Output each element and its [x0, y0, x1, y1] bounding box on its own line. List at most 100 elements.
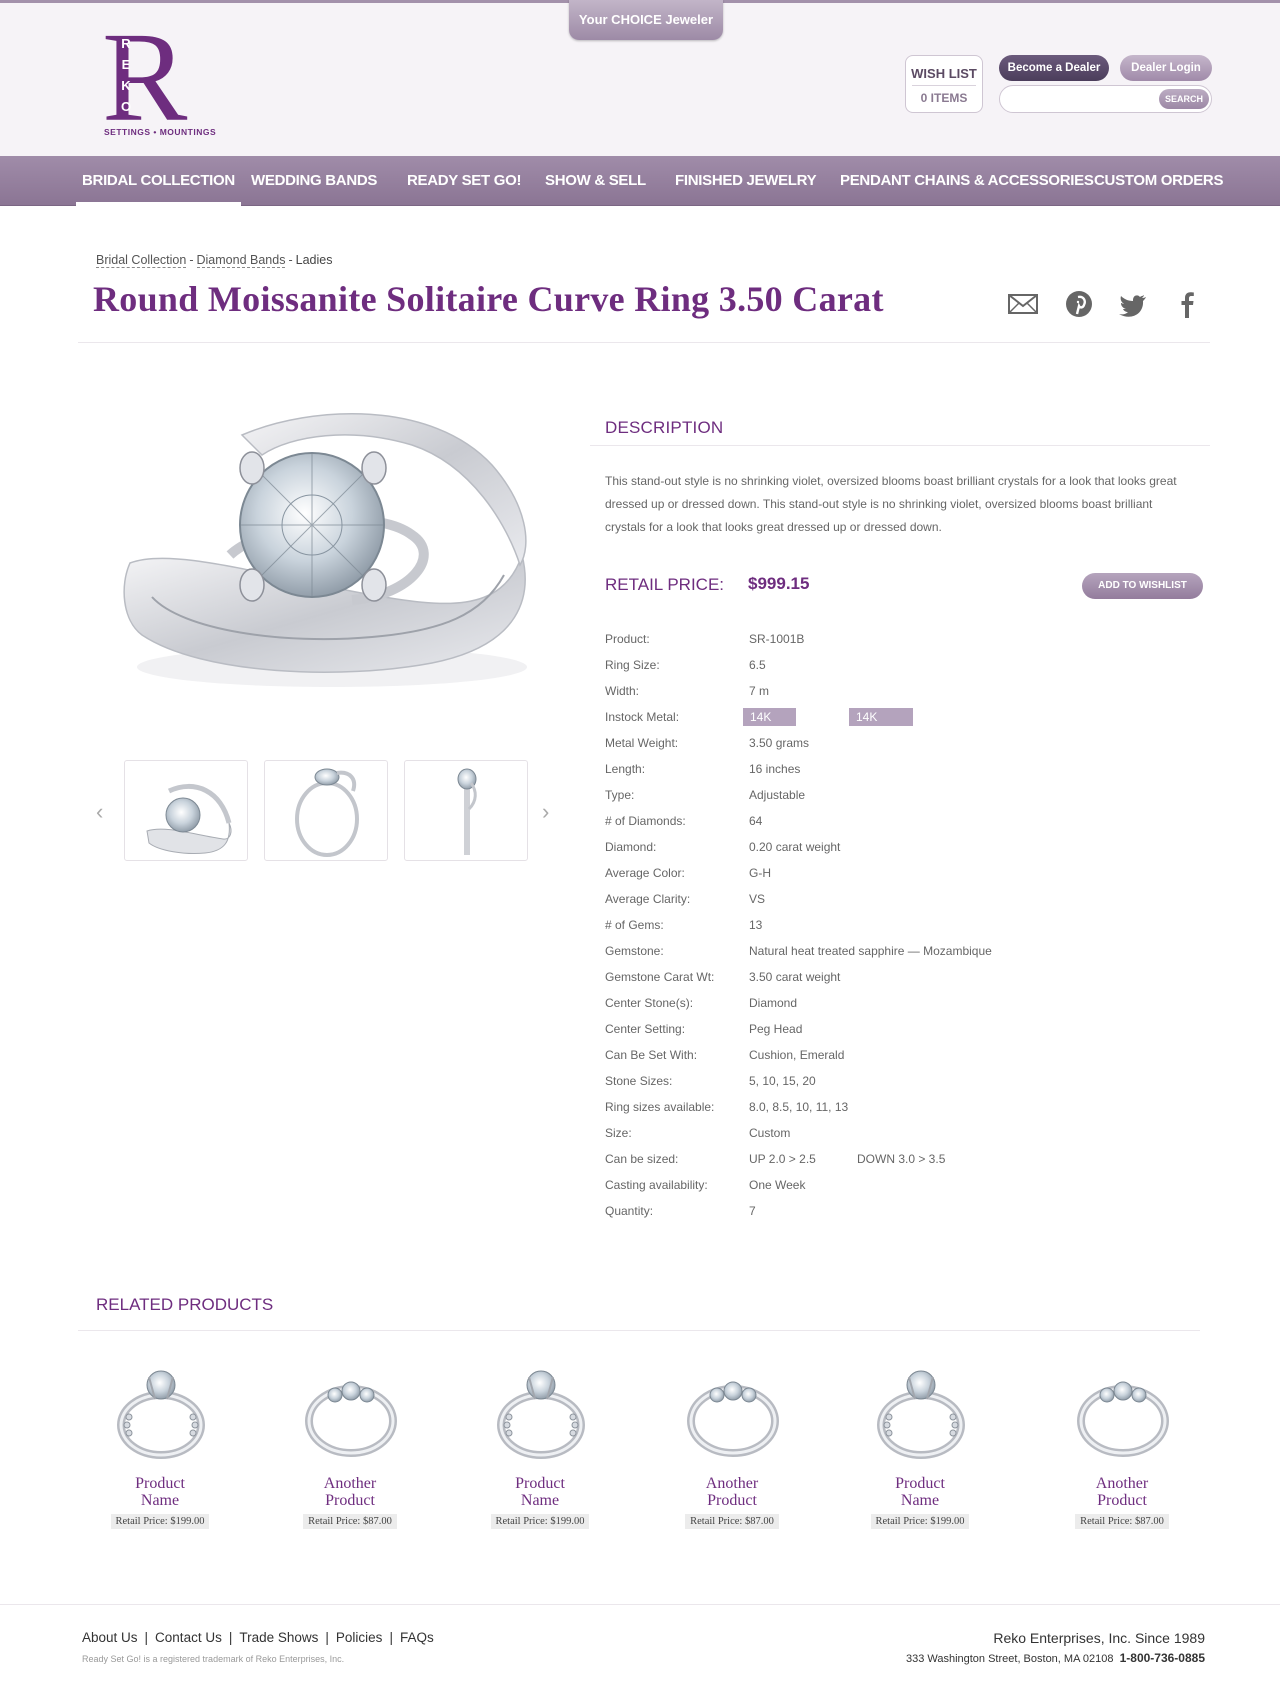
breadcrumb-link-diamond-bands[interactable]: Diamond Bands — [196, 253, 286, 268]
related-product[interactable]: Product Name Retail Price: $199.00 — [465, 1355, 615, 1529]
related-product[interactable]: Product Name Retail Price: $199.00 — [85, 1355, 235, 1529]
spec-label: Instock Metal: — [605, 710, 680, 724]
ring-image — [1067, 1355, 1177, 1465]
spec-value: Diamond — [749, 996, 798, 1010]
spec-value: 6.5 — [749, 658, 766, 672]
chevron-right-icon[interactable]: › — [542, 800, 549, 824]
become-dealer-button[interactable]: Become a Dealer — [999, 55, 1109, 81]
twitter-icon[interactable] — [1116, 288, 1150, 320]
spec-value: One Week — [749, 1178, 806, 1192]
spec-value: UP 2.0 > 2.5 — [749, 1152, 816, 1166]
related-product[interactable]: Another Product Retail Price: $87.00 — [1047, 1355, 1197, 1529]
breadcrumb-current: Ladies — [295, 253, 333, 267]
spec-label: Ring sizes available: — [605, 1100, 715, 1114]
spec-value: 7 m — [749, 684, 770, 698]
related-product-name: Another Product — [1047, 1475, 1197, 1509]
nav-finished-jewelry[interactable]: FINISHED JEWELRY — [675, 156, 817, 206]
pinterest-icon[interactable] — [1062, 288, 1096, 320]
footer-link-faqs[interactable]: FAQs — [400, 1630, 434, 1645]
nav-custom-orders[interactable]: CUSTOM ORDERS — [1094, 156, 1223, 206]
related-products-heading: RELATED PRODUCTS — [96, 1295, 274, 1314]
related-product-price: Retail Price: $199.00 — [490, 1514, 590, 1529]
main-product-image[interactable] — [112, 405, 542, 705]
breadcrumb-separator: - — [189, 253, 194, 267]
search-button[interactable]: SEARCH — [1159, 89, 1209, 109]
ring-image — [295, 1355, 405, 1465]
wishlist-count: 0 ITEMS — [920, 91, 968, 105]
reko-logo[interactable]: R REKO SETTINGS • MOUNTINGS — [102, 13, 216, 141]
company-address: 333 Washington Street, Boston, MA 02108 … — [906, 1651, 1205, 1665]
spec-label: Metal Weight: — [605, 736, 679, 750]
related-product[interactable]: Another Product Retail Price: $87.00 — [275, 1355, 425, 1529]
chevron-left-icon[interactable]: ‹ — [96, 800, 103, 824]
title-divider — [78, 342, 1210, 343]
logo-letter-char: R — [121, 36, 131, 51]
related-product-name: Another Product — [275, 1475, 425, 1509]
description-heading: DESCRIPTION — [605, 418, 724, 437]
spec-label: Size: — [605, 1126, 632, 1140]
name-line: Product — [895, 1475, 945, 1492]
related-product-name: Product Name — [85, 1475, 235, 1509]
spec-value: 13 — [749, 918, 763, 932]
address-text: 333 Washington Street, Boston, MA 02108 — [905, 1653, 1114, 1665]
footer-link-contact[interactable]: Contact Us — [155, 1630, 222, 1645]
logo-letter-char: K — [121, 78, 131, 93]
page: Your CHOICE Jeweler R REKO SETTINGS • MO… — [0, 0, 1280, 1700]
name-line: Another — [1095, 1475, 1149, 1492]
related-product-price: Retail Price: $199.00 — [110, 1514, 210, 1529]
facebook-icon[interactable] — [1170, 288, 1204, 320]
wishlist-widget[interactable]: WISH LIST 0 ITEMS — [905, 55, 983, 113]
footer-link-about[interactable]: About Us — [82, 1630, 138, 1645]
metal-option-14k-white[interactable]: 14K WHITE — [743, 708, 796, 742]
related-product[interactable]: Product Name Retail Price: $199.00 — [845, 1355, 995, 1529]
description-text: This stand-out style is no shrinking vio… — [605, 474, 1177, 534]
logo-stacked-text: REKO — [118, 33, 134, 117]
nav-bridal-collection[interactable]: BRIDAL COLLECTION — [76, 156, 241, 206]
name-line: Product — [135, 1475, 185, 1492]
footer-link-policies[interactable]: Policies — [336, 1630, 383, 1645]
nav-ready-set-go[interactable]: READY SET GO! — [407, 156, 521, 206]
related-product-price: Retail Price: $199.00 — [870, 1514, 970, 1529]
description-divider — [590, 445, 1210, 446]
thumbnail-1[interactable] — [124, 760, 248, 861]
spec-value: 0.20 carat weight — [749, 840, 841, 854]
email-icon[interactable] — [1006, 288, 1040, 320]
related-product-name: Another Product — [657, 1475, 807, 1509]
add-to-wishlist-button[interactable]: ADD TO WISHLIST — [1082, 573, 1203, 599]
spec-value: SR-1001B — [749, 632, 805, 646]
search-input[interactable] — [1008, 89, 1148, 109]
spec-label: Width: — [605, 684, 640, 698]
dealer-login-button[interactable]: Dealer Login — [1120, 55, 1212, 81]
thumbnail-2[interactable] — [264, 760, 388, 861]
nav-pendant-chains[interactable]: PENDANT CHAINS & ACCESSORIES — [840, 156, 1094, 206]
spec-label: Quantity: — [605, 1204, 654, 1218]
spec-value: VS — [749, 892, 766, 906]
breadcrumb-link-bridal[interactable]: Bridal Collection — [96, 253, 187, 268]
retail-price-label: RETAIL PRICE: — [605, 575, 725, 594]
spec-label: Product: — [605, 632, 650, 646]
related-product[interactable]: Another Product Retail Price: $87.00 — [657, 1355, 807, 1529]
related-product-name: Product Name — [845, 1475, 995, 1509]
spec-label: Type: — [605, 788, 635, 802]
related-product-price: Retail Price: $87.00 — [1075, 1514, 1169, 1529]
spec-value: 7 — [749, 1204, 756, 1218]
footer-link-trade-shows[interactable]: Trade Shows — [239, 1630, 318, 1645]
spec-value: Cushion, Emerald — [749, 1048, 845, 1062]
spec-value-secondary: DOWN 3.0 > 3.5 — [857, 1152, 946, 1166]
nav-wedding-bands[interactable]: WEDDING BANDS — [251, 156, 377, 206]
name-line: Product — [325, 1492, 375, 1509]
name-line: Name — [520, 1492, 560, 1509]
phone-number[interactable]: 1-800-736-0885 — [1120, 1651, 1205, 1665]
page-title: Round Moissanite Solitaire Curve Ring 3.… — [93, 279, 884, 319]
nav-show-and-sell[interactable]: SHOW & SELL — [545, 156, 646, 206]
metal-option-14k-yellow[interactable]: 14K YELLOW — [849, 708, 914, 742]
spec-label: Average Clarity: — [605, 892, 691, 906]
thumbnail-3[interactable] — [404, 760, 528, 861]
ring-image — [105, 1355, 215, 1465]
company-name: Reko Enterprises, Inc. Since 1989 — [993, 1630, 1205, 1646]
related-product-name: Product Name — [465, 1475, 615, 1509]
spec-label: # of Gems: — [605, 918, 664, 932]
main-nav: BRIDAL COLLECTION WEDDING BANDS READY SE… — [0, 156, 1280, 206]
spec-label: Length: — [605, 762, 646, 776]
spec-label: Center Setting: — [605, 1022, 686, 1036]
